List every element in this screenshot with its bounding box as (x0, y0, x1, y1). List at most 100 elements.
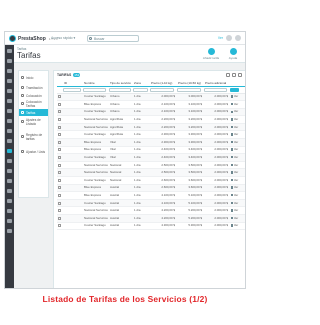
row-action[interactable]: Ver (230, 108, 245, 117)
table-row[interactable]: Blue Express Urbano 1 día 2.100,00 $3.100,0… (57, 100, 245, 109)
row-checkbox[interactable] (58, 118, 61, 122)
subnav-item-6[interactable]: Registro de tarifas (19, 133, 48, 141)
row-action[interactable]: Ver (230, 153, 245, 162)
modules-icon[interactable] (7, 99, 12, 103)
row-checkbox[interactable] (58, 110, 61, 114)
table-row[interactable]: Nacional Servicios Austral 1 día 4.200,00 $… (57, 214, 245, 223)
row-action[interactable]: Ver (230, 168, 245, 178)
export-icon[interactable] (238, 73, 242, 77)
filter-input[interactable] (63, 87, 81, 92)
payment-icon[interactable] (7, 129, 12, 133)
row-checkbox[interactable] (58, 102, 61, 106)
row-action[interactable]: Ver (230, 206, 245, 215)
filter-input[interactable] (204, 87, 228, 92)
table-row[interactable]: Blue Express Austral 1 día 2.600,00 $3.600,… (57, 184, 245, 193)
filter-input[interactable] (133, 87, 149, 92)
row-checkbox[interactable] (58, 178, 61, 182)
shipping-icon[interactable] (7, 119, 12, 123)
row-checkbox[interactable] (58, 201, 61, 205)
row-checkbox[interactable] (58, 156, 61, 160)
row-checkbox[interactable] (58, 95, 61, 99)
row-checkbox[interactable] (58, 125, 61, 129)
row-action[interactable]: Ver (230, 161, 245, 170)
table-row[interactable]: Courier Santiago Urbano 1 día 2.100,00 $3.1… (57, 108, 245, 117)
row-action[interactable]: Ver (230, 100, 245, 109)
view-shop-link[interactable]: Ver (218, 36, 223, 40)
add-icon[interactable] (226, 73, 230, 77)
add-rate-button[interactable]: Añadir tarifa (200, 48, 222, 60)
gear-icon[interactable] (7, 179, 12, 183)
table-row[interactable]: Nacional Servicios Agro/Ruta 1 día 2.200,00… (57, 115, 245, 124)
filter-input[interactable] (177, 87, 202, 92)
cell-zone: 1 día (133, 191, 150, 200)
refresh-icon[interactable] (232, 73, 236, 77)
table-row[interactable]: Blue Express Austral 1 día 4.100,00 $5.100,… (57, 191, 245, 200)
row-checkbox[interactable] (58, 209, 61, 213)
international-icon[interactable] (7, 139, 12, 143)
filter-input[interactable] (109, 87, 131, 92)
dashboard-icon[interactable] (7, 49, 12, 53)
row-action[interactable]: Ver (230, 199, 245, 208)
quick-access-menu[interactable]: Acceso rápido ▾ (51, 36, 75, 40)
box-icon[interactable] (7, 199, 12, 203)
subnav-item-1[interactable]: Tramitación (19, 84, 48, 91)
chart-icon[interactable] (7, 229, 12, 233)
row-checkbox[interactable] (58, 163, 61, 167)
row-checkbox[interactable] (58, 194, 61, 198)
row-checkbox[interactable] (58, 171, 61, 175)
row-checkbox[interactable] (58, 224, 61, 228)
row-action[interactable]: Ver (230, 130, 245, 140)
table-row[interactable]: Courier Santiago Urbano 1 día 2.000,00 $3.0… (57, 93, 245, 102)
subnav-item-5[interactable]: Ajustes de Listado (19, 118, 48, 126)
truck-icon[interactable] (7, 209, 12, 213)
row-action[interactable]: Ver (230, 146, 245, 155)
table-row[interactable]: Courier Santiago Agro/Ruta 1 día 2.300,00 $… (57, 130, 245, 140)
settings-icon[interactable] (7, 159, 12, 163)
row-checkbox[interactable] (58, 216, 61, 220)
transport-icon[interactable] (7, 149, 12, 153)
table-row[interactable]: Courier Santiago Austral 1 día 4.100,00 $5.… (57, 199, 245, 208)
table-row[interactable]: Blue Express Vital 1 día 2.300,00 $3.300,00… (57, 138, 245, 147)
row-action[interactable]: Ver (230, 184, 245, 193)
table-row[interactable]: Blue Express Vital 1 día 2.400,00 $3.400,00… (57, 146, 245, 155)
list-icon[interactable] (7, 219, 12, 223)
avatar[interactable] (235, 35, 241, 41)
advanced-icon[interactable] (7, 169, 12, 173)
row-checkbox[interactable] (58, 148, 61, 152)
tools-icon[interactable] (7, 189, 12, 193)
row-action[interactable]: Ver (230, 93, 245, 102)
row-checkbox[interactable] (58, 186, 61, 190)
customers-icon[interactable] (7, 79, 12, 83)
row-checkbox[interactable] (58, 140, 61, 144)
row-action[interactable]: Ver (230, 138, 245, 147)
table-row[interactable]: Courier Santiago Nacional 1 día 2.600,00 $3… (57, 176, 245, 185)
table-row[interactable]: Courier Santiago Vital 1 día 2.400,00 $3.40… (57, 153, 245, 162)
design-icon[interactable] (7, 109, 12, 113)
stats-icon[interactable] (7, 89, 12, 93)
catalog-icon[interactable] (7, 69, 12, 73)
table-row[interactable]: Nacional Servicios Agro/Ruta 1 día 2.200,00… (57, 123, 245, 132)
filter-input[interactable] (150, 87, 175, 92)
notifications-icon[interactable] (226, 35, 232, 41)
subnav-item-3[interactable]: Colocación Tarifas (19, 100, 48, 108)
subnav-item-2[interactable]: Colocación (19, 92, 48, 99)
row-action[interactable]: Ver (230, 191, 245, 200)
subnav-item-7[interactable]: Ajustar / Lists (19, 148, 48, 155)
row-action[interactable]: Ver (230, 176, 245, 185)
subnav-item-0[interactable]: Inicio (19, 74, 48, 81)
row-action[interactable]: Ver (230, 123, 245, 132)
table-row[interactable]: Nacional Servicios Nacional 1 día 2.500,00 … (57, 168, 245, 178)
help-button[interactable]: Ayuda (222, 48, 244, 60)
row-action[interactable]: Ver (230, 115, 245, 124)
table-row[interactable]: Courier Santiago Austral 1 día 4.300,00 $5.… (57, 222, 245, 231)
filter-input[interactable] (83, 87, 107, 92)
row-action[interactable]: Ver (230, 222, 245, 231)
search-input[interactable]: Buscar (87, 35, 139, 42)
row-action[interactable]: Ver (230, 214, 245, 223)
search-button[interactable] (230, 87, 239, 92)
orders-icon[interactable] (7, 59, 12, 63)
subnav-item-4[interactable]: Tarifas (19, 109, 48, 116)
table-row[interactable]: Nacional Servicios Austral 1 día 4.200,00 $… (57, 206, 245, 215)
row-checkbox[interactable] (58, 133, 61, 137)
table-row[interactable]: Nacional Servicios Nacional 1 día 2.500,00 … (57, 161, 245, 170)
